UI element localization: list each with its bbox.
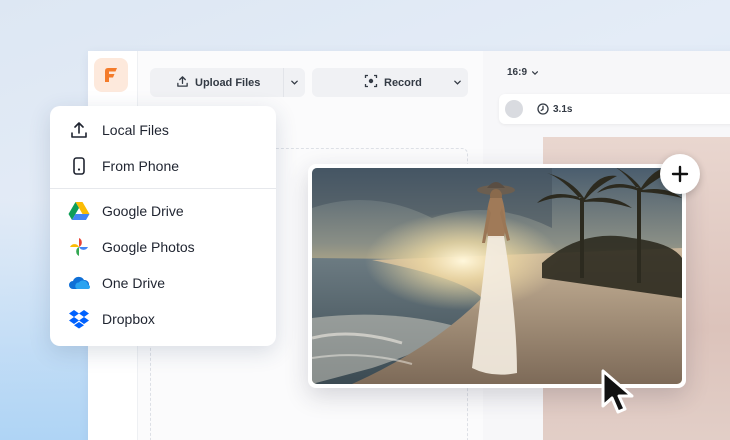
plus-icon	[671, 165, 689, 183]
menu-item-google-photos[interactable]: Google Photos	[50, 229, 276, 265]
media-card[interactable]	[308, 164, 686, 388]
menu-item-label: Dropbox	[102, 311, 155, 327]
mouse-cursor-icon	[598, 368, 640, 419]
menu-item-label: One Drive	[102, 275, 166, 291]
menu-item-one-drive[interactable]: One Drive	[50, 265, 276, 301]
upload-files-button[interactable]: Upload Files	[150, 68, 305, 97]
google-drive-icon	[68, 200, 90, 222]
flexclip-logo-icon	[105, 68, 117, 82]
menu-item-label: Google Drive	[102, 203, 184, 219]
scene-thumbnail[interactable]	[505, 100, 523, 118]
phone-icon	[68, 155, 90, 177]
chevron-down-icon	[453, 80, 461, 85]
upload-source-menu: Local Files From Phone Google Drive Goog…	[50, 106, 276, 346]
record-dropdown-toggle[interactable]	[446, 68, 468, 97]
record-label: Record	[384, 76, 422, 89]
menu-item-local-files[interactable]: Local Files	[50, 112, 276, 148]
aspect-ratio-value: 16:9	[507, 67, 528, 78]
menu-item-label: Local Files	[102, 122, 169, 138]
chevron-down-icon	[532, 70, 539, 75]
menu-divider	[50, 188, 276, 189]
scene-duration[interactable]: 3.1s	[537, 103, 572, 115]
dropbox-icon	[68, 308, 90, 330]
menu-item-label: Google Photos	[102, 239, 195, 255]
chevron-down-icon	[291, 80, 298, 85]
menu-item-from-phone[interactable]: From Phone	[50, 148, 276, 184]
menu-item-dropbox[interactable]: Dropbox	[50, 301, 276, 337]
app-logo[interactable]	[94, 58, 128, 92]
record-icon	[364, 74, 378, 91]
clock-icon	[537, 103, 549, 115]
upload-dropdown-toggle[interactable]	[283, 68, 305, 97]
menu-item-label: From Phone	[102, 158, 180, 174]
google-photos-icon	[68, 236, 90, 258]
duration-value: 3.1s	[553, 103, 573, 115]
record-button[interactable]: Record	[312, 68, 468, 97]
upload-icon	[68, 119, 90, 141]
beach-photo	[312, 168, 682, 384]
onedrive-icon	[68, 272, 90, 294]
upload-icon	[176, 75, 189, 91]
add-media-button[interactable]	[660, 154, 700, 194]
scene-bar: 3.1s	[499, 94, 730, 124]
upload-files-label: Upload Files	[195, 76, 261, 89]
menu-item-google-drive[interactable]: Google Drive	[50, 193, 276, 229]
aspect-ratio-select[interactable]: 16:9	[507, 67, 539, 78]
